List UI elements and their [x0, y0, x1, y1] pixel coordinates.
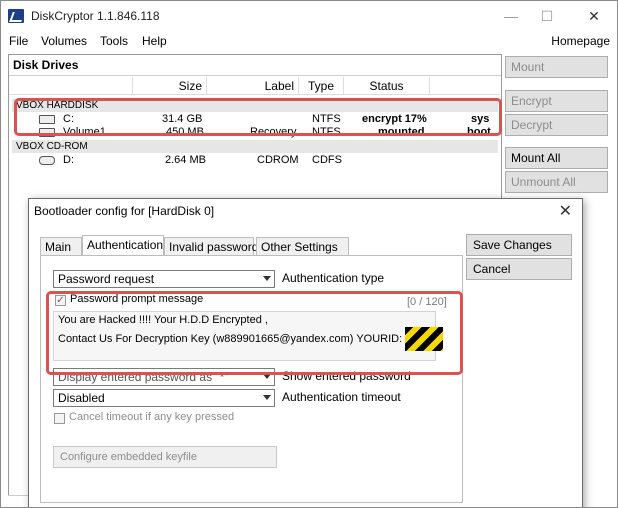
auth-method-value: Password request [58, 272, 155, 286]
bootloader-config-dialog: Bootloader config for [HardDisk 0] ✕ Mai… [28, 198, 583, 507]
menu-help[interactable]: Help [142, 34, 167, 48]
column-label[interactable]: Label [207, 77, 299, 95]
prompt-message-label: Password prompt message [70, 293, 204, 305]
auth-method-dropdown[interactable]: Password request [53, 270, 275, 288]
show-password-dropdown[interactable]: Display entered password as "*" [53, 368, 275, 386]
chevron-down-icon [263, 374, 271, 379]
drive-label: CDROM [257, 154, 299, 166]
drive-row-c[interactable]: C: 31.4 GB NTFS encrypt 17% sys [12, 112, 498, 126]
drive-flag: boot [467, 126, 491, 138]
tab-authentication[interactable]: Authentication [82, 235, 164, 256]
drive-name: C: [63, 113, 74, 125]
message-line-2: Contact Us For Decryption Key (w88990166… [58, 332, 403, 345]
menu-bar: File Volumes Tools Help Homepage [1, 31, 617, 51]
show-password-label: Show entered password [282, 369, 411, 383]
minimize-button[interactable]: — [496, 6, 526, 26]
mount-button[interactable]: Mount [505, 56, 608, 78]
authentication-tab-page: Password request Authentication type ✓ P… [40, 255, 463, 503]
tab-invalid-password[interactable]: Invalid password [164, 237, 258, 255]
cdrom-icon [39, 156, 55, 165]
menu-tools[interactable]: Tools [100, 34, 128, 48]
tab-other-settings[interactable]: Other Settings [256, 237, 349, 255]
drive-type: NTFS [312, 126, 341, 138]
drive-row-d[interactable]: D: 2.64 MB CDROM CDFS [12, 153, 498, 167]
drive-status: mounted [378, 126, 425, 138]
disk-drives-header: Disk Drives [9, 55, 501, 76]
drive-icon [39, 128, 55, 137]
group-vbox-harddisk[interactable]: VBOX HARDDISK [12, 99, 498, 112]
menu-homepage[interactable]: Homepage [551, 34, 610, 48]
show-password-value: Display entered password as "*" [58, 370, 229, 384]
drive-label: Recovery [250, 126, 297, 138]
prompt-message-textbox[interactable]: You are Hacked !!!! Your H.D.D Encrypted… [53, 311, 444, 361]
main-window: DiskCryptor 1.1.846.118 — ☐ ✕ File Volum… [0, 0, 618, 508]
drive-status: encrypt 17% [362, 113, 427, 125]
drive-name: Volume1 [63, 126, 106, 138]
drive-type: NTFS [312, 113, 341, 125]
column-status[interactable]: Status [344, 77, 430, 95]
unmount-all-button[interactable]: Unmount All [505, 171, 608, 193]
drive-size: 31.4 GB [162, 113, 203, 125]
disk-drives-title: Disk Drives [13, 58, 79, 72]
column-name[interactable] [9, 77, 133, 95]
drive-flag: sys [471, 113, 490, 125]
cancel-timeout-checkbox[interactable] [54, 413, 65, 424]
chevron-down-icon [263, 395, 271, 400]
drive-size: 2.64 MB [165, 154, 206, 166]
timeout-value: Disabled [58, 391, 105, 405]
maximize-button[interactable]: ☐ [532, 6, 562, 26]
app-icon [8, 9, 24, 23]
dialog-close-icon[interactable]: ✕ [559, 201, 572, 221]
redacted-id-image [405, 327, 444, 351]
close-button[interactable]: ✕ [579, 6, 609, 26]
message-line-1: You are Hacked !!!! Your H.D.D Encrypted… [58, 314, 268, 326]
column-type[interactable]: Type [299, 77, 344, 95]
column-size[interactable]: Size [133, 77, 207, 95]
column-flags[interactable] [430, 77, 500, 95]
message-counter: [0 / 120] [407, 296, 447, 308]
auth-type-label: Authentication type [282, 271, 385, 285]
window-title: DiskCryptor 1.1.846.118 [31, 9, 160, 23]
timeout-label: Authentication timeout [282, 390, 401, 404]
menu-volumes[interactable]: Volumes [41, 34, 87, 48]
menu-file[interactable]: File [9, 34, 28, 48]
mount-all-button[interactable]: Mount All [505, 147, 608, 169]
drive-name: D: [63, 154, 74, 166]
prompt-message-checkbox[interactable]: ✓ [55, 295, 66, 306]
dialog-title: Bootloader config for [HardDisk 0] [34, 204, 215, 218]
configure-keyfile-button[interactable]: Configure embedded keyfile [53, 446, 277, 468]
drive-type: CDFS [312, 154, 342, 166]
drive-size: 450 MB [166, 126, 204, 138]
cancel-button[interactable]: Cancel [466, 258, 572, 280]
drive-row-volume1[interactable]: Volume1 450 MB Recovery NTFS mounted boo… [12, 125, 498, 139]
drive-icon [39, 115, 55, 124]
encrypt-button[interactable]: Encrypt [505, 90, 608, 112]
title-bar: DiskCryptor 1.1.846.118 — ☐ ✕ [1, 1, 617, 31]
cancel-timeout-label: Cancel timeout if any key pressed [69, 411, 235, 423]
decrypt-button[interactable]: Decrypt [505, 114, 608, 136]
save-changes-button[interactable]: Save Changes [466, 234, 572, 256]
tab-main[interactable]: Main [40, 237, 82, 255]
chevron-down-icon [263, 276, 271, 281]
timeout-dropdown[interactable]: Disabled [53, 389, 275, 407]
group-vbox-cdrom[interactable]: VBOX CD-ROM [12, 140, 498, 153]
